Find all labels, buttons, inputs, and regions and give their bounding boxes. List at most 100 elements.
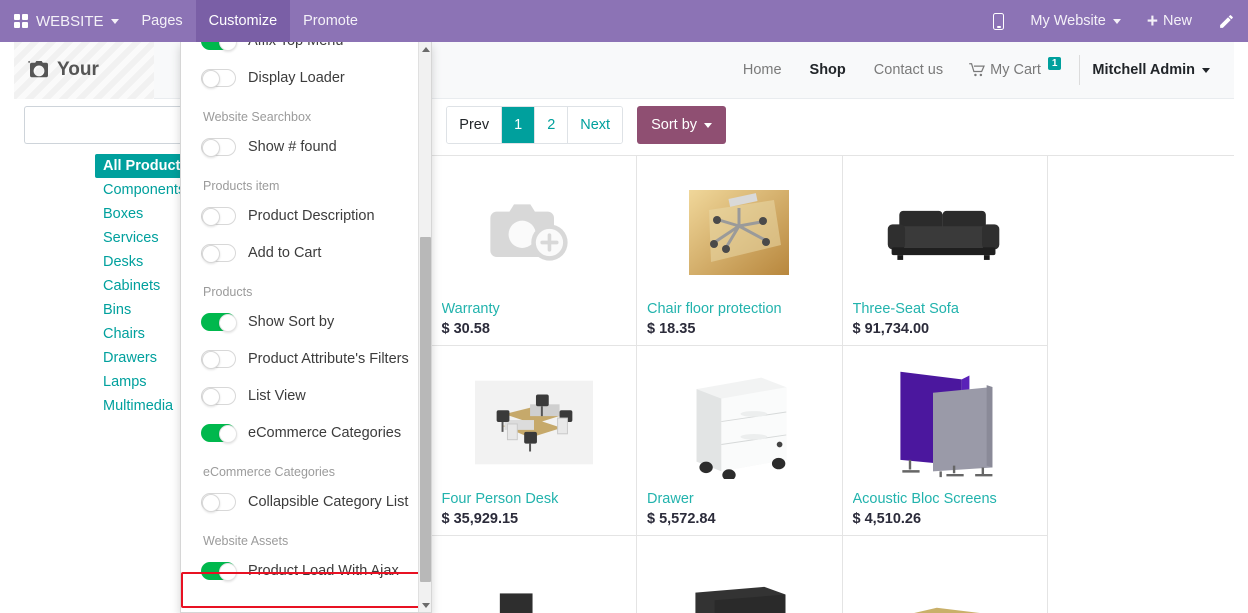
- nav-my-cart[interactable]: My Cart 1: [957, 62, 1073, 78]
- toggle-switch-off-icon[interactable]: [201, 138, 236, 156]
- product-image-placeholder: [442, 164, 627, 301]
- product-card[interactable]: Chair floor protection $ 18.35: [637, 156, 843, 346]
- new-button-label: New: [1163, 13, 1192, 29]
- backend-menu-promote[interactable]: Promote: [290, 0, 371, 42]
- option-label: Product Attribute's Filters: [248, 351, 409, 367]
- plus-icon: +: [1147, 12, 1158, 31]
- option-label: Product Load With Ajax: [248, 563, 399, 579]
- product-image-four-person-desk: [442, 354, 627, 491]
- product-price: $ 18.35: [647, 321, 832, 337]
- option-list-view[interactable]: List View: [181, 377, 421, 414]
- product-image-wood-corner-desk: [853, 544, 1038, 613]
- cart-count-badge: 1: [1048, 57, 1062, 70]
- pager-next[interactable]: Next: [568, 107, 622, 143]
- option-label: Add to Cart: [248, 245, 321, 261]
- product-card[interactable]: Warranty $ 30.58: [432, 156, 638, 346]
- nav-shop[interactable]: Shop: [796, 62, 860, 78]
- product-name[interactable]: Chair floor protection: [647, 301, 832, 317]
- group-header-website-assets: Website Assets: [181, 520, 421, 552]
- product-image-white-drawer: [647, 354, 832, 491]
- toggle-switch-off-icon[interactable]: [201, 69, 236, 87]
- product-image-black-desk: [442, 544, 627, 613]
- option-affix-top-menu[interactable]: Affix Top Menu: [181, 42, 421, 59]
- option-label: eCommerce Categories: [248, 425, 401, 441]
- option-show-number-found[interactable]: Show # found: [181, 128, 421, 165]
- product-name[interactable]: Four Person Desk: [442, 491, 627, 507]
- product-name[interactable]: Warranty: [442, 301, 627, 317]
- product-name[interactable]: Drawer: [647, 491, 832, 507]
- nav-home[interactable]: Home: [729, 62, 796, 78]
- customize-options-list: Affix Top Menu Display Loader Website Se…: [181, 42, 421, 593]
- option-label: Product Description: [248, 208, 375, 224]
- toggle-switch-on-icon[interactable]: [201, 42, 236, 50]
- toggle-switch-off-icon[interactable]: [201, 493, 236, 511]
- product-card[interactable]: Four Person Desk $ 35,929.15: [432, 346, 638, 536]
- mobile-preview-icon: [993, 13, 1004, 30]
- product-name[interactable]: Three-Seat Sofa: [853, 301, 1038, 317]
- website-selector-label: My Website: [1030, 13, 1105, 29]
- option-product-load-with-ajax[interactable]: Product Load With Ajax: [181, 552, 421, 589]
- product-image-chair-floor-mat: [647, 164, 832, 301]
- scroll-down-button[interactable]: [419, 598, 432, 613]
- backend-top-bar: WEBSITE Pages Customize Promote My Websi…: [0, 0, 1248, 42]
- edit-button[interactable]: [1205, 0, 1248, 42]
- backend-menu-customize[interactable]: Customize: [196, 0, 291, 42]
- toggle-switch-off-icon[interactable]: [201, 350, 236, 368]
- chevron-down-icon: [704, 123, 712, 128]
- product-card[interactable]: [432, 536, 638, 613]
- customize-dropdown-panel: Affix Top Menu Display Loader Website Se…: [180, 42, 432, 613]
- pager-prev[interactable]: Prev: [447, 107, 502, 143]
- scroll-up-button[interactable]: [419, 42, 432, 57]
- toggle-switch-off-icon[interactable]: [201, 387, 236, 405]
- product-price: $ 30.58: [442, 321, 627, 337]
- customize-panel-scrollbar[interactable]: [418, 42, 431, 613]
- option-label: Show Sort by: [248, 314, 334, 330]
- option-label: List View: [248, 388, 306, 404]
- mobile-preview-button[interactable]: [980, 0, 1017, 42]
- option-show-sort-by[interactable]: Show Sort by: [181, 303, 421, 340]
- toggle-switch-off-icon[interactable]: [201, 207, 236, 225]
- user-menu[interactable]: Mitchell Admin: [1086, 62, 1216, 78]
- site-logo-text: Your: [57, 59, 99, 81]
- toggle-switch-off-icon[interactable]: [201, 244, 236, 262]
- chevron-down-icon: [111, 19, 119, 24]
- site-nav: Home Shop Contact us My Cart 1 Mitchell …: [729, 55, 1234, 85]
- product-card[interactable]: Three-Seat Sofa $ 91,734.00: [843, 156, 1049, 346]
- product-name[interactable]: Acoustic Bloc Screens: [853, 491, 1038, 507]
- product-card[interactable]: Drawer $ 5,572.84: [637, 346, 843, 536]
- product-card[interactable]: Acoustic Bloc Screens $ 4,510.26: [843, 346, 1049, 536]
- option-add-to-cart[interactable]: Add to Cart: [181, 234, 421, 271]
- pencil-edit-icon: [1218, 13, 1235, 30]
- user-menu-label: Mitchell Admin: [1092, 62, 1195, 78]
- product-price: $ 91,734.00: [853, 321, 1038, 337]
- scroll-down-arrow-icon: [422, 603, 430, 608]
- product-card[interactable]: [843, 536, 1049, 613]
- product-card[interactable]: [637, 536, 843, 613]
- new-button[interactable]: + New: [1134, 0, 1205, 42]
- option-ecommerce-categories[interactable]: eCommerce Categories: [181, 414, 421, 451]
- scroll-up-arrow-icon: [422, 47, 430, 52]
- option-product-attributes-filters[interactable]: Product Attribute's Filters: [181, 340, 421, 377]
- pager-page-1[interactable]: 1: [502, 107, 535, 143]
- group-header-products-item: Products item: [181, 165, 421, 197]
- option-display-loader[interactable]: Display Loader: [181, 59, 421, 96]
- website-selector[interactable]: My Website: [1017, 0, 1133, 42]
- apps-menu-website[interactable]: WEBSITE: [0, 0, 129, 42]
- group-header-products: Products: [181, 271, 421, 303]
- backend-menu-pages[interactable]: Pages: [129, 0, 196, 42]
- product-price: $ 5,572.84: [647, 511, 832, 527]
- pager-page-2[interactable]: 2: [535, 107, 568, 143]
- product-image-acoustic-screens: [853, 354, 1038, 491]
- site-logo[interactable]: Your: [14, 42, 154, 99]
- nav-contact-us[interactable]: Contact us: [860, 62, 957, 78]
- scrollbar-thumb[interactable]: [420, 237, 431, 582]
- option-product-description[interactable]: Product Description: [181, 197, 421, 234]
- toggle-switch-on-icon[interactable]: [201, 424, 236, 442]
- sort-by-label: Sort by: [651, 117, 697, 133]
- toggle-switch-on-icon[interactable]: [201, 562, 236, 580]
- option-label: Show # found: [248, 139, 337, 155]
- sort-by-dropdown[interactable]: Sort by: [637, 106, 726, 144]
- product-image-black-drawer: [647, 544, 832, 613]
- toggle-switch-on-icon[interactable]: [201, 313, 236, 331]
- option-collapsible-category-list[interactable]: Collapsible Category List: [181, 483, 421, 520]
